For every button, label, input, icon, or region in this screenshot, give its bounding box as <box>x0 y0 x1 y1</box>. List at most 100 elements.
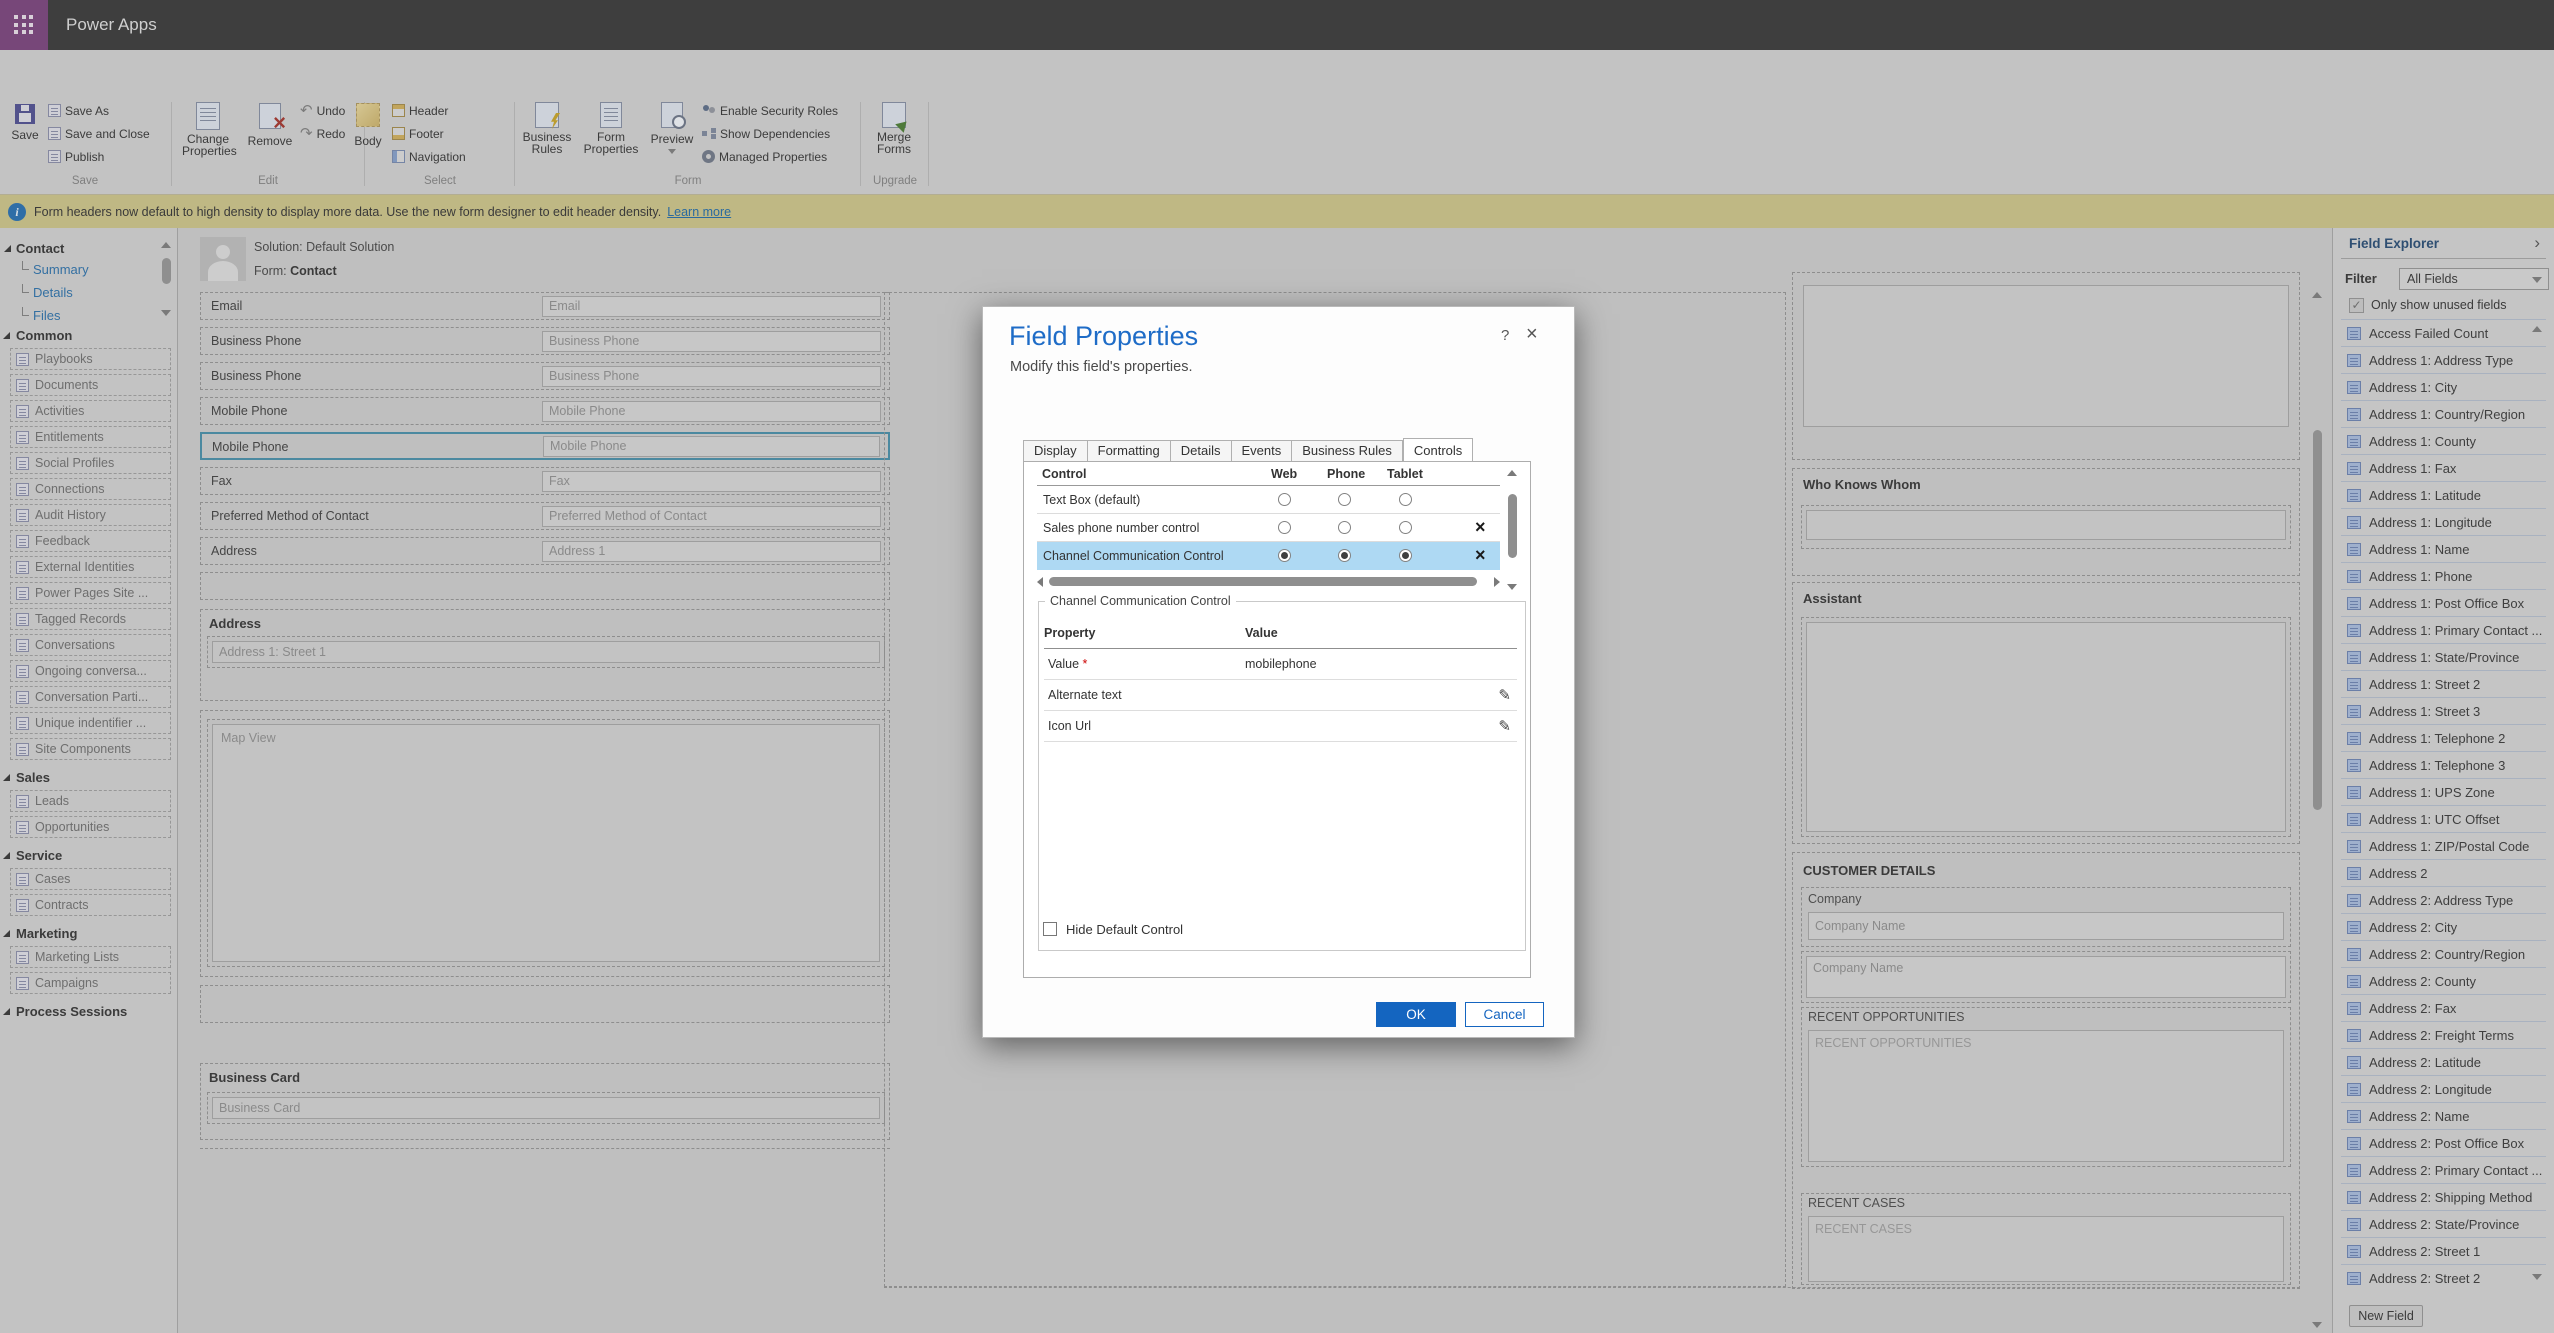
map-view-control[interactable]: Map View <box>212 724 880 962</box>
assistant-control[interactable] <box>1806 622 2286 832</box>
who-knows-whom-field[interactable] <box>1806 510 2286 540</box>
save-as-button[interactable]: Save As <box>48 100 109 121</box>
field-explorer-item[interactable]: Address 1: Fax <box>2341 455 2546 482</box>
remove-control-icon[interactable]: × <box>1475 545 1486 565</box>
field-input[interactable]: Preferred Method of Contact <box>542 506 881 527</box>
sidebar-item-audit-history[interactable]: Audit History <box>10 504 171 526</box>
field-explorer-item[interactable]: Address 2: Street 1 <box>2341 1238 2546 1265</box>
canvas-scrollbar[interactable] <box>2310 290 2325 1330</box>
show-dependencies-button[interactable]: Show Dependencies <box>702 123 830 144</box>
sidebar-section-process-sessions[interactable]: Process Sessions <box>0 998 177 1024</box>
learn-more-link[interactable]: Learn more <box>667 205 731 219</box>
form-field-row[interactable]: EmailEmail <box>200 292 890 320</box>
field-explorer-item[interactable]: Address 2: Name <box>2341 1103 2546 1130</box>
field-input[interactable]: Email <box>542 296 881 317</box>
app-launcher-button[interactable] <box>0 0 48 50</box>
field-explorer-item[interactable]: Address 2 <box>2341 860 2546 887</box>
field-explorer-item[interactable]: Address 1: Primary Contact ... <box>2341 617 2546 644</box>
form-field-row[interactable]: Mobile PhoneMobile Phone <box>200 397 890 425</box>
top-empty-section[interactable] <box>1792 272 2300 460</box>
form-field-row[interactable]: Preferred Method of ContactPreferred Met… <box>200 502 890 530</box>
empty-section[interactable] <box>200 985 890 1023</box>
radio-icon[interactable] <box>1278 493 1291 506</box>
sidebar-item-contracts[interactable]: Contracts <box>10 894 171 916</box>
sidebar-item-power-pages-site-[interactable]: Power Pages Site ... <box>10 582 171 604</box>
sidebar-item-playbooks[interactable]: Playbooks <box>10 348 171 370</box>
field-explorer-item[interactable]: Address 1: County <box>2341 428 2546 455</box>
filter-dropdown[interactable]: All Fields <box>2399 268 2549 290</box>
sidebar-item-entitlements[interactable]: Entitlements <box>10 426 171 448</box>
sidebar-item-opportunities[interactable]: Opportunities <box>10 816 171 838</box>
new-field-button[interactable]: New Field <box>2349 1305 2423 1327</box>
field-explorer-item[interactable]: Address 1: Street 3 <box>2341 698 2546 725</box>
assistant-section[interactable]: Assistant <box>1792 582 2300 844</box>
field-input[interactable]: Address 1 <box>542 541 881 562</box>
hide-default-checkbox[interactable] <box>1043 922 1057 936</box>
sidebar-item-site-components[interactable]: Site Components <box>10 738 171 760</box>
sidebar-section-common[interactable]: Common <box>0 322 177 348</box>
field-explorer-item[interactable]: Address 1: Latitude <box>2341 482 2546 509</box>
sidebar-item-social-profiles[interactable]: Social Profiles <box>10 452 171 474</box>
field-explorer-item[interactable]: Address 2: County <box>2341 968 2546 995</box>
radio-selected-icon[interactable] <box>1399 549 1412 562</box>
collapse-panel-icon[interactable]: › <box>2534 233 2540 253</box>
form-field-row[interactable]: Mobile PhoneMobile Phone <box>200 432 890 460</box>
who-knows-whom-section[interactable]: Who Knows Whom <box>1792 468 2300 576</box>
field-explorer-item[interactable]: Address 1: Post Office Box <box>2341 590 2546 617</box>
radio-icon[interactable] <box>1399 521 1412 534</box>
enable-security-roles-button[interactable]: Enable Security Roles <box>702 100 838 121</box>
dialog-tab-controls[interactable]: Controls <box>1403 438 1473 462</box>
property-row[interactable]: Icon Url✎ <box>1044 711 1517 742</box>
field-input[interactable]: Mobile Phone <box>543 436 880 457</box>
field-input[interactable]: Mobile Phone <box>542 401 881 422</box>
redo-button[interactable]: ↷ Redo <box>300 123 345 144</box>
address-street1-field[interactable]: Address 1: Street 1 <box>212 641 880 663</box>
footer-button[interactable]: Footer <box>392 123 444 144</box>
control-table-hscrollbar[interactable] <box>1037 574 1500 589</box>
field-explorer-item[interactable]: Address 2: Fax <box>2341 995 2546 1022</box>
managed-properties-button[interactable]: Managed Properties <box>702 146 827 167</box>
control-row[interactable]: Channel Communication Control× <box>1037 542 1500 570</box>
field-explorer-item[interactable]: Address 1: UTC Offset <box>2341 806 2546 833</box>
sidebar-item-conversation-parti-[interactable]: Conversation Parti... <box>10 686 171 708</box>
address-section[interactable]: Address Address 1: Street 1 <box>200 609 890 701</box>
radio-icon[interactable] <box>1338 521 1351 534</box>
form-field-row[interactable]: AddressAddress 1 <box>200 537 890 565</box>
dialog-help-icon[interactable]: ? <box>1501 327 1509 344</box>
sidebar-section-marketing[interactable]: Marketing <box>0 920 177 946</box>
radio-icon[interactable] <box>1278 521 1291 534</box>
sidebar-item-marketing-lists[interactable]: Marketing Lists <box>10 946 171 968</box>
business-card-section[interactable]: Business Card Business Card <box>200 1063 890 1140</box>
dialog-tab-business-rules[interactable]: Business Rules <box>1292 440 1403 462</box>
sidebar-item-activities[interactable]: Activities <box>10 400 171 422</box>
field-explorer-item[interactable]: Address 1: UPS Zone <box>2341 779 2546 806</box>
control-table-vscrollbar[interactable] <box>1506 470 1519 590</box>
field-explorer-item[interactable]: Address 2: Country/Region <box>2341 941 2546 968</box>
property-row[interactable]: Alternate text✎ <box>1044 680 1517 711</box>
recent-cases-grid[interactable]: RECENT CASES <box>1808 1216 2284 1282</box>
map-section[interactable]: Map View <box>200 710 890 977</box>
ok-button[interactable]: OK <box>1376 1002 1456 1027</box>
recent-opportunities-grid[interactable]: RECENT OPPORTUNITIES <box>1808 1030 2284 1162</box>
list-scroll-down-icon[interactable] <box>2532 1274 2542 1280</box>
company-field[interactable]: Company Name <box>1808 912 2284 940</box>
tree-scrollbar[interactable] <box>161 242 172 316</box>
field-explorer-item[interactable]: Address 2: State/Province <box>2341 1211 2546 1238</box>
edit-pencil-icon[interactable]: ✎ <box>1498 686 1511 704</box>
field-explorer-item[interactable]: Address 2: Primary Contact ... <box>2341 1157 2546 1184</box>
undo-button[interactable]: ↶ Undo <box>300 100 345 121</box>
list-scroll-up-icon[interactable] <box>2532 326 2542 332</box>
form-field-row[interactable]: Business PhoneBusiness Phone <box>200 327 890 355</box>
tree-item-summary[interactable]: Summary <box>0 258 177 281</box>
field-explorer-item[interactable]: Address 2: Freight Terms <box>2341 1022 2546 1049</box>
form-field-row[interactable]: FaxFax <box>200 467 890 495</box>
field-explorer-item[interactable]: Address 2: Street 2 <box>2341 1265 2546 1291</box>
save-and-close-button[interactable]: Save and Close <box>48 123 150 144</box>
customer-details-section[interactable]: CUSTOMER DETAILS Company Company Name Co… <box>1792 852 2300 1289</box>
sidebar-item-cases[interactable]: Cases <box>10 868 171 890</box>
sidebar-item-connections[interactable]: Connections <box>10 478 171 500</box>
control-row[interactable]: Sales phone number control× <box>1037 514 1500 542</box>
field-explorer-item[interactable]: Address 1: Telephone 3 <box>2341 752 2546 779</box>
remove-control-icon[interactable]: × <box>1475 517 1486 537</box>
merge-forms-button[interactable]: Merge Forms <box>866 102 922 155</box>
